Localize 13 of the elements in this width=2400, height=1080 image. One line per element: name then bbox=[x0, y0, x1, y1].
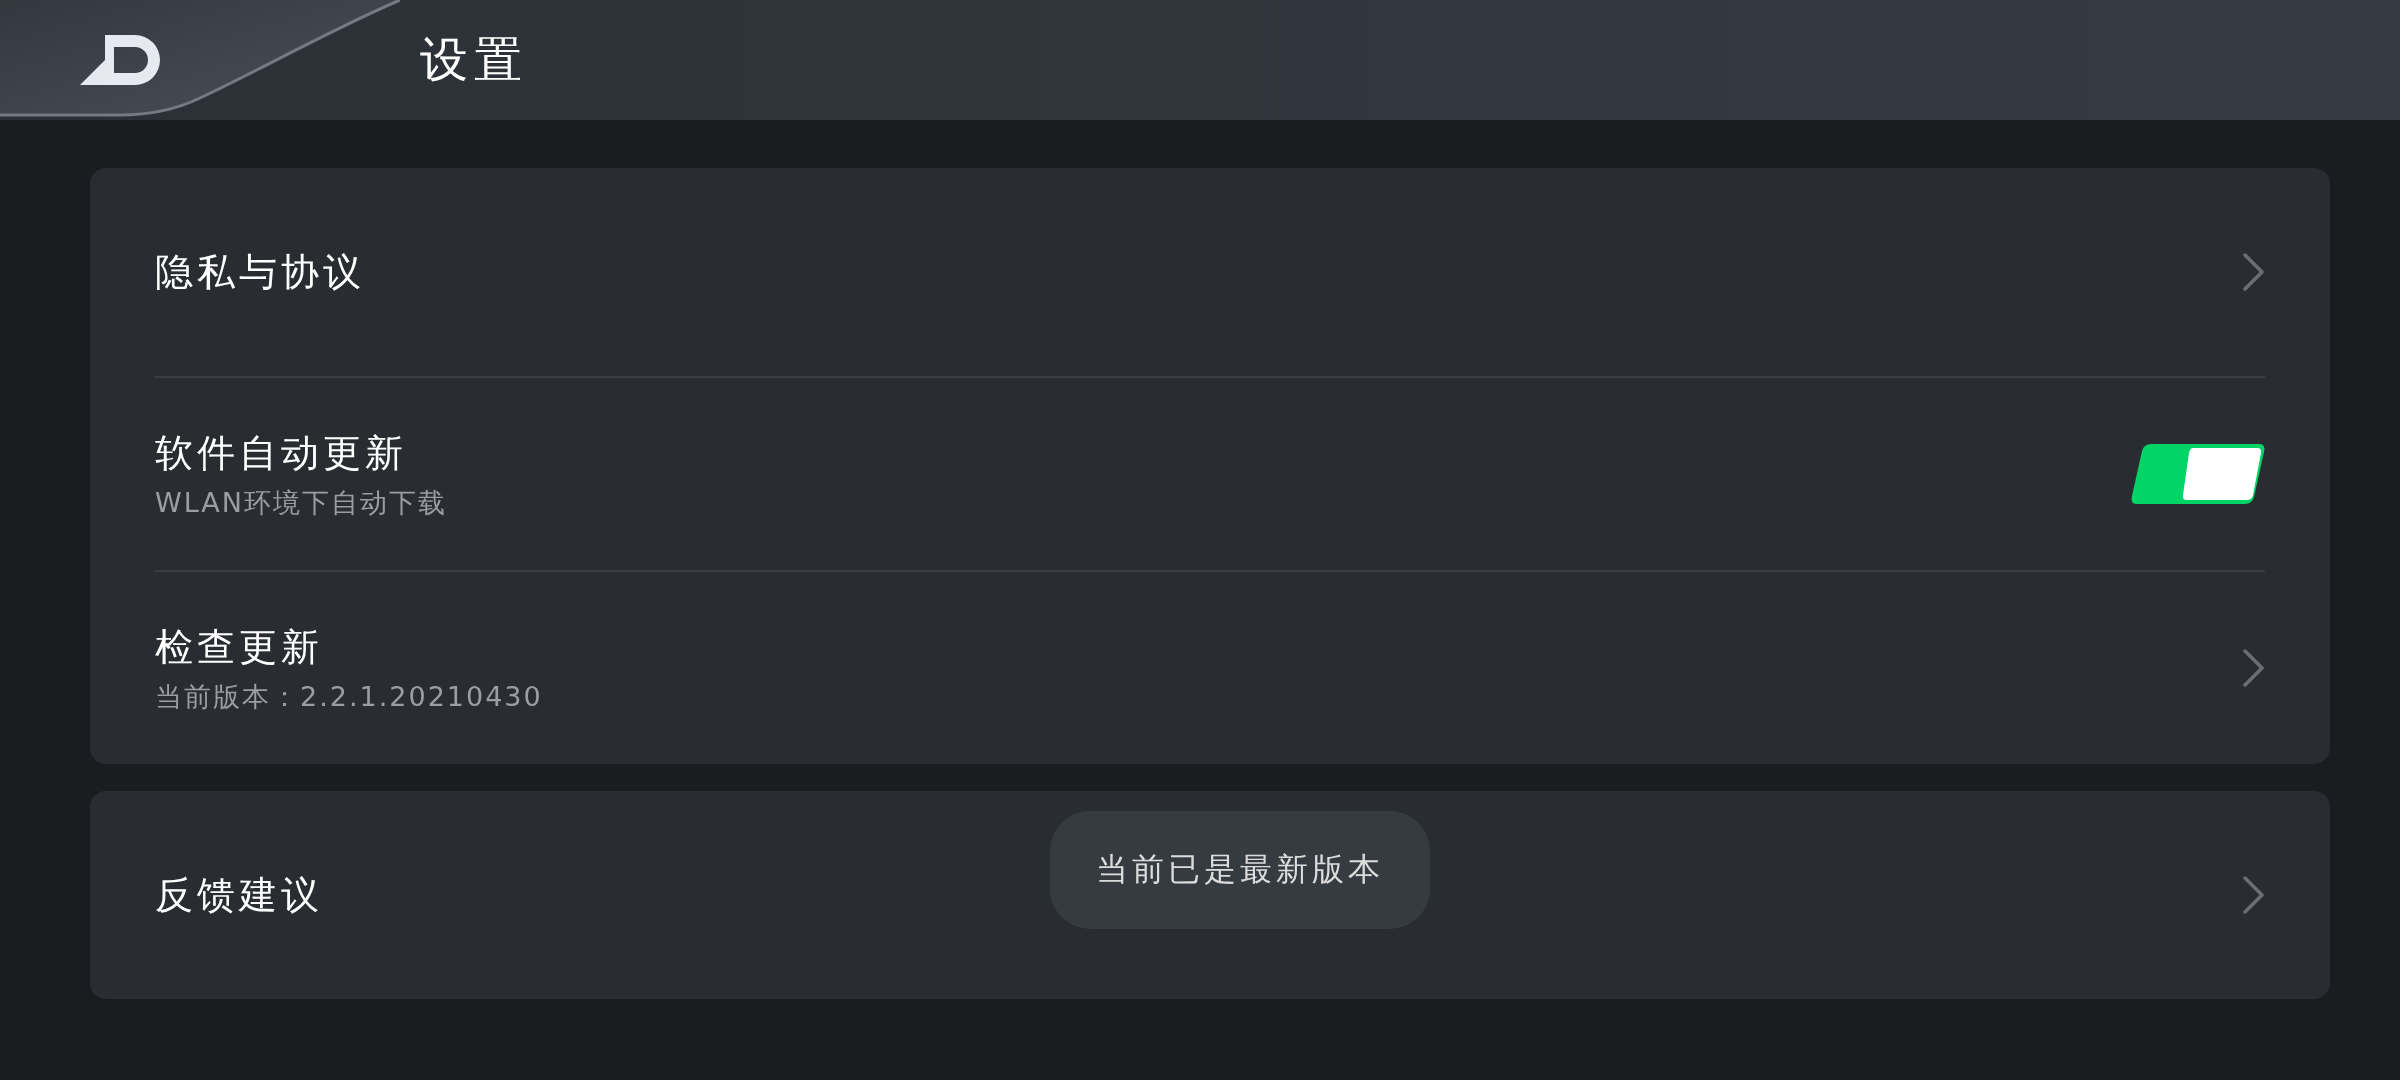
row-title: 软件自动更新 bbox=[155, 429, 408, 477]
toggle-switch[interactable] bbox=[2131, 444, 2265, 504]
row-title: 检查更新 bbox=[155, 623, 324, 671]
chevron-right-icon[interactable] bbox=[2243, 253, 2265, 291]
chevron-right-icon[interactable] bbox=[2243, 876, 2265, 914]
toast-message: 当前已是最新版本 bbox=[1050, 811, 1430, 929]
page-title: 设置 bbox=[420, 30, 528, 89]
back-button[interactable] bbox=[0, 0, 400, 120]
row-title: 隐私与协议 bbox=[155, 248, 365, 296]
row-title: 反馈建议 bbox=[155, 871, 323, 919]
chevron-right-icon[interactable] bbox=[2243, 649, 2265, 687]
row-subtitle: 当前版本：2.2.1.20210430 bbox=[155, 679, 543, 714]
row-subtitle: WLAN环境下自动下载 bbox=[155, 485, 448, 520]
